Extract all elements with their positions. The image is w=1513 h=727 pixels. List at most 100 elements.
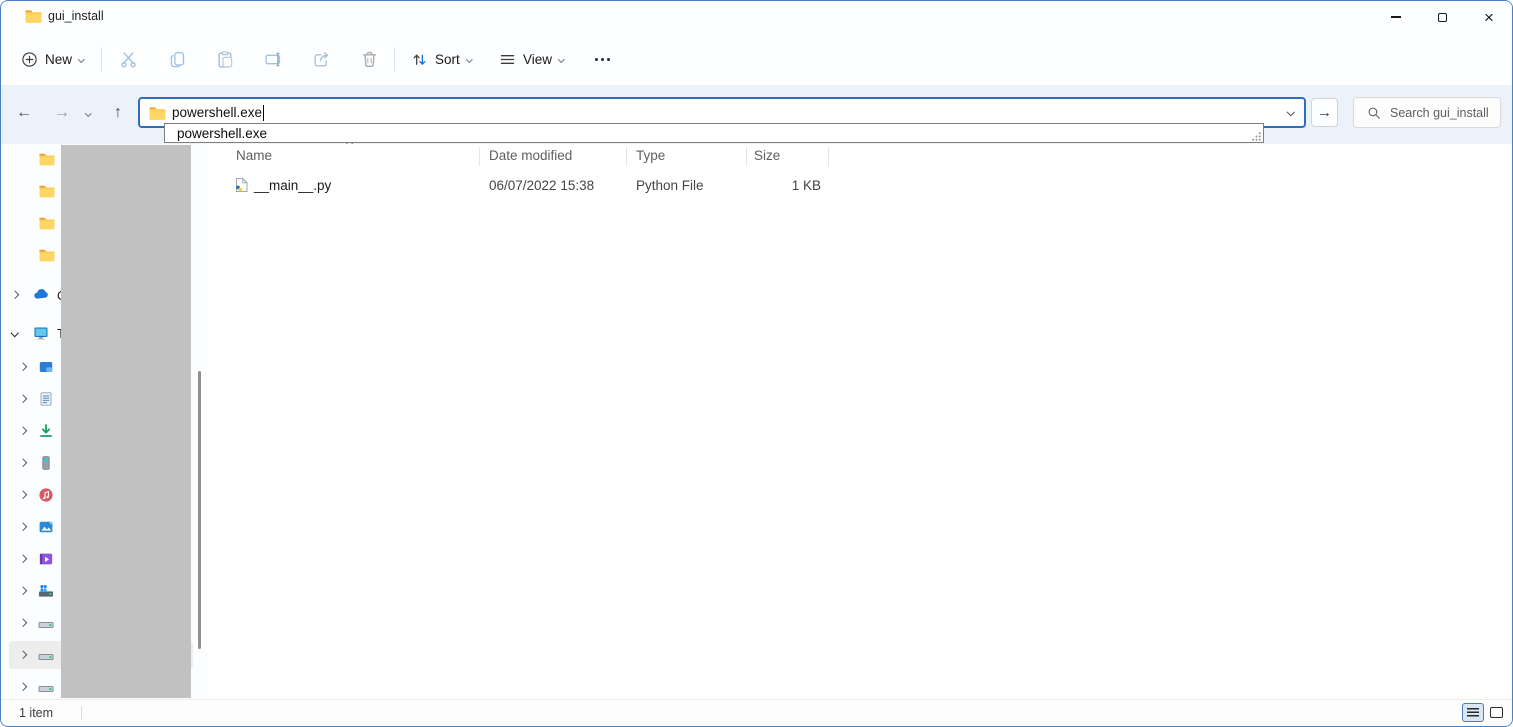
rename-button[interactable] (260, 44, 286, 74)
sort-button-label: Sort (435, 52, 460, 67)
status-divider (81, 706, 82, 720)
file-list-pane (209, 144, 1512, 699)
status-bar: 1 item (1, 699, 1512, 726)
view-button[interactable]: View (493, 43, 570, 75)
folder-icon (39, 152, 55, 166)
column-divider[interactable] (626, 147, 627, 166)
forward-arrow-icon: → (54, 104, 70, 122)
chevron-down-icon (78, 56, 84, 62)
chevron-down-icon (558, 56, 564, 62)
plus-circle-icon (21, 51, 38, 68)
desktop-icon (38, 359, 54, 375)
documents-icon (38, 391, 54, 407)
delete-button[interactable] (356, 44, 382, 74)
drive-icon (38, 615, 54, 631)
chevron-down-icon (466, 56, 472, 62)
resize-grip-icon[interactable] (1251, 131, 1262, 142)
chevron-right-icon[interactable] (19, 491, 27, 499)
address-bar-value: powershell.exe (172, 105, 262, 120)
chevron-right-icon[interactable] (19, 651, 27, 659)
go-to-address-button[interactable]: → (1311, 98, 1338, 127)
paste-button[interactable] (212, 44, 238, 74)
file-date-modified: 06/07/2022 15:38 (489, 178, 594, 193)
details-view-icon (1467, 708, 1479, 718)
large-icons-view-icon (1490, 707, 1503, 718)
downloads-icon (38, 423, 54, 439)
column-divider[interactable] (746, 147, 747, 166)
videos-icon (38, 551, 54, 567)
new-button-label: New (45, 52, 72, 67)
back-arrow-icon: ← (16, 104, 32, 122)
share-icon (312, 50, 331, 69)
paste-icon (216, 50, 235, 69)
column-divider[interactable] (479, 147, 480, 166)
drive-icon (38, 647, 54, 663)
onedrive-cloud-icon (33, 287, 49, 303)
folder-icon (39, 184, 55, 198)
column-header-modified[interactable]: Date modified (489, 146, 572, 166)
titlebar: gui_install × (1, 1, 1512, 33)
copy-button[interactable] (164, 44, 190, 74)
address-dropdown-chevron-icon[interactable] (1286, 108, 1294, 116)
autocomplete-suggestion[interactable]: powershell.exe (177, 125, 267, 142)
file-type: Python File (636, 178, 704, 193)
file-name: __main__.py (254, 178, 331, 193)
this-pc-icon (33, 325, 49, 341)
chevron-right-icon[interactable] (19, 555, 27, 563)
windows-drive-icon (38, 583, 54, 599)
music-icon (38, 487, 54, 503)
large-icons-view-toggle[interactable] (1486, 703, 1506, 722)
sidebar-scrollbar[interactable] (198, 371, 201, 649)
folder-icon (39, 216, 55, 230)
ellipsis-icon (595, 58, 610, 61)
column-header-type[interactable]: Type (636, 146, 665, 166)
sort-arrows-icon (411, 51, 428, 68)
view-button-label: View (523, 52, 552, 67)
chevron-right-icon[interactable] (19, 395, 27, 403)
cut-icon (119, 50, 138, 69)
chevron-right-icon[interactable] (19, 683, 27, 691)
new-button[interactable]: New (15, 43, 90, 75)
view-lines-icon (499, 51, 516, 68)
chevron-right-icon[interactable] (19, 523, 27, 531)
details-view-toggle[interactable] (1462, 703, 1484, 722)
maximize-button[interactable] (1419, 1, 1465, 33)
chevron-right-icon[interactable] (19, 427, 27, 435)
close-button[interactable]: × (1466, 1, 1512, 33)
toolbar-divider (101, 47, 102, 71)
more-options-button[interactable] (589, 43, 616, 75)
forward-button[interactable]: → (47, 99, 77, 127)
rename-icon (264, 50, 283, 69)
toolbar-divider (394, 47, 395, 71)
file-explorer-window: gui_install × New Sort View ← → ↑ powers… (0, 0, 1513, 727)
back-button[interactable]: ← (9, 99, 39, 127)
chevron-down-icon[interactable] (11, 329, 19, 337)
address-autocomplete-dropdown: powershell.exe (164, 123, 1264, 143)
trash-icon (360, 50, 379, 69)
up-button[interactable]: ↑ (103, 99, 133, 127)
search-input[interactable] (1390, 106, 1500, 120)
folder-icon (25, 9, 42, 23)
chevron-right-icon[interactable] (19, 587, 27, 595)
chevron-right-icon[interactable] (19, 459, 27, 467)
column-header-name[interactable]: Name (236, 146, 272, 166)
recent-locations-button[interactable] (77, 99, 99, 127)
redacted-labels-overlay (61, 145, 191, 698)
text-caret (263, 105, 264, 121)
column-header-size[interactable]: Size (754, 146, 780, 166)
chevron-right-icon[interactable] (19, 619, 27, 627)
folder-icon (149, 106, 166, 120)
chevron-down-icon (85, 110, 91, 116)
chevron-right-icon[interactable] (11, 291, 19, 299)
search-box[interactable] (1353, 97, 1501, 128)
minimize-button[interactable] (1373, 1, 1419, 33)
share-button[interactable] (308, 44, 334, 74)
search-icon (1367, 106, 1381, 120)
column-divider[interactable] (828, 147, 829, 166)
sort-button[interactable]: Sort (405, 43, 477, 75)
window-title: gui_install (48, 9, 104, 23)
chevron-right-icon[interactable] (19, 363, 27, 371)
folder-icon (39, 248, 55, 262)
pictures-icon (38, 519, 54, 535)
cut-button[interactable] (115, 44, 141, 74)
